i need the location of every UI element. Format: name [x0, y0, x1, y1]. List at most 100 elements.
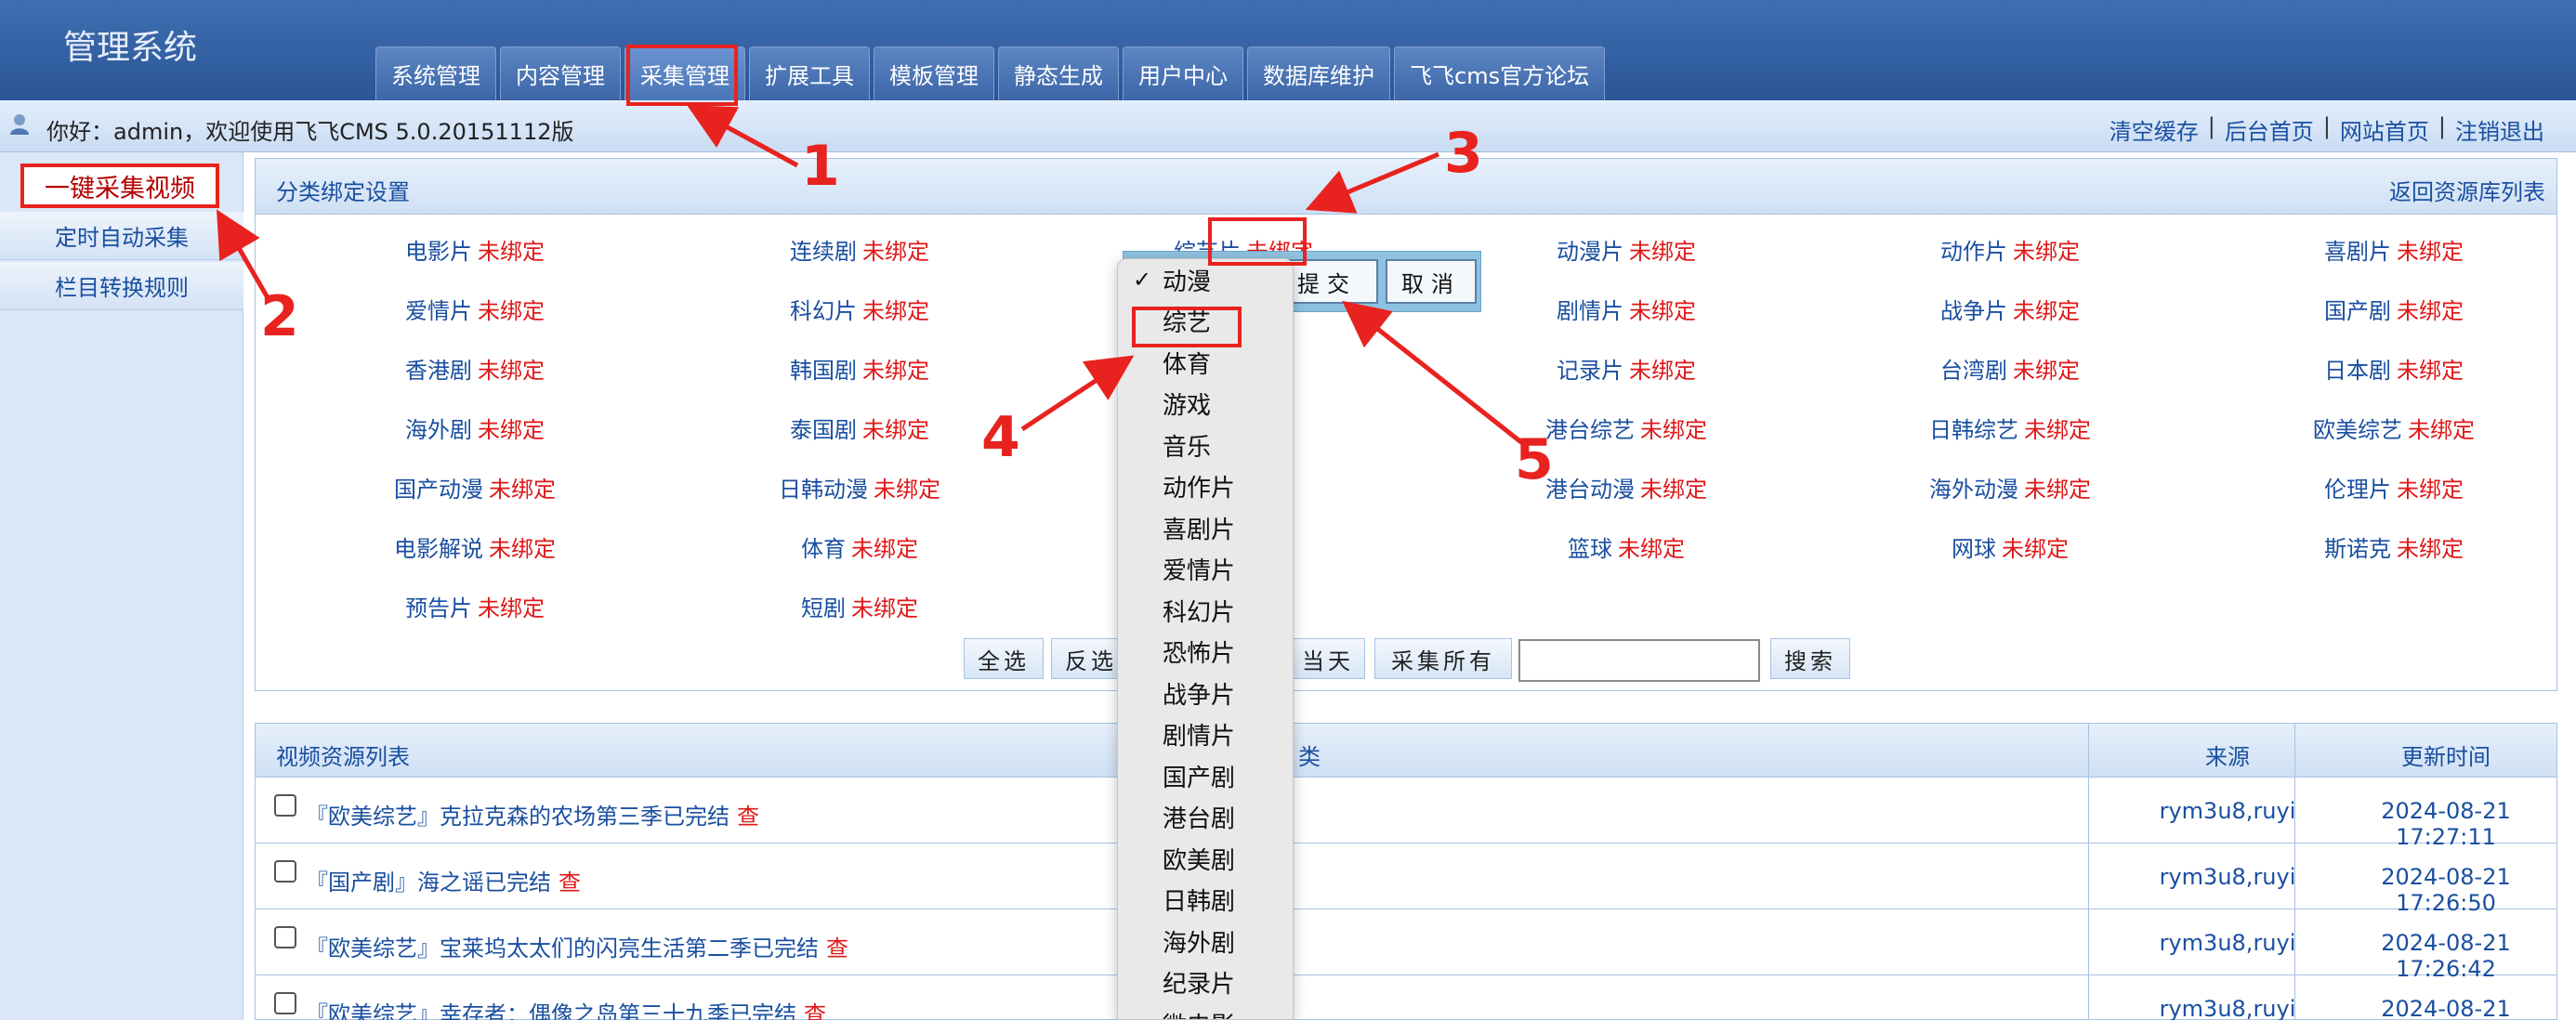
- video-title[interactable]: 『欧美综艺』幸存者：偶像之岛第三十九季已完结: [306, 1001, 796, 1020]
- dropdown-option[interactable]: 体育: [1118, 342, 1293, 383]
- bind-status-link[interactable]: 未绑定: [1640, 477, 1707, 503]
- video-title-link[interactable]: 『欧美综艺』幸存者：偶像之岛第三十九季已完结查: [306, 996, 826, 1020]
- dropdown-option[interactable]: 战争片: [1118, 673, 1293, 713]
- sidebar-item-column-rules[interactable]: 栏目转换规则: [0, 262, 243, 310]
- tab-user-center[interactable]: 用户中心: [1123, 46, 1243, 100]
- tab-extend-tools[interactable]: 扩展工具: [749, 46, 870, 100]
- dropdown-option[interactable]: 微电影: [1118, 1003, 1293, 1020]
- dropdown-option-label: 游戏: [1163, 392, 1212, 420]
- video-title-link[interactable]: 『欧美综艺』宝莱坞太太们的闪亮生活第二季已完结查: [306, 930, 848, 962]
- bind-status-link[interactable]: 未绑定: [1640, 417, 1707, 443]
- back-to-list-link[interactable]: 返回资源库列表: [2389, 174, 2545, 206]
- tab-database[interactable]: 数据库维护: [1247, 46, 1390, 100]
- video-title-link[interactable]: 『国产剧』海之谣已完结查: [306, 864, 581, 896]
- category-name: 国产动漫: [394, 477, 483, 503]
- dropdown-option[interactable]: 动作片: [1118, 466, 1293, 507]
- dropdown-option[interactable]: 剧情片: [1118, 714, 1293, 755]
- top-header: 管理系统 系统管理 内容管理 采集管理 扩展工具 模板管理 静态生成 用户中心 …: [0, 0, 2576, 100]
- site-home-link[interactable]: 网站首页: [2340, 113, 2429, 146]
- sidebar-item-one-click-collect[interactable]: 一键采集视频: [20, 163, 219, 208]
- row-checkbox[interactable]: [274, 992, 296, 1014]
- dropdown-option-label: 科幻片: [1163, 598, 1236, 627]
- bind-status-link[interactable]: 未绑定: [1618, 536, 1685, 562]
- bind-status-link[interactable]: 未绑定: [2013, 239, 2080, 265]
- cancel-button[interactable]: 取消: [1386, 259, 1477, 304]
- bind-status-link[interactable]: 未绑定: [862, 358, 929, 384]
- dropdown-option[interactable]: 音乐: [1118, 425, 1293, 465]
- category-select-dropdown[interactable]: ✓ 动漫 综艺 体育 游戏 音乐 动作片 喜剧片 爱情片 科幻片 恐怖片 战争片 剧情片 国产剧 港台剧 欧美…: [1117, 258, 1294, 1020]
- video-title[interactable]: 『欧美综艺』克拉克森的农场第三季已完结: [306, 804, 729, 830]
- search-button[interactable]: 搜索: [1770, 638, 1850, 679]
- dropdown-option[interactable]: 日韩剧: [1118, 880, 1293, 921]
- bind-status-link[interactable]: 未绑定: [862, 417, 929, 443]
- collect-all-button[interactable]: 采集所有: [1374, 638, 1512, 679]
- bind-status-link[interactable]: 未绑定: [2024, 477, 2091, 503]
- bind-status-link[interactable]: 未绑定: [1629, 239, 1696, 265]
- dropdown-option[interactable]: 爱情片: [1118, 549, 1293, 590]
- video-title-link[interactable]: 『欧美综艺』克拉克森的农场第三季已完结查: [306, 798, 759, 830]
- category-bind-item: 网球 未绑定: [1952, 530, 2069, 563]
- bind-status-link[interactable]: 未绑定: [489, 536, 556, 562]
- bind-status-link[interactable]: 未绑定: [2397, 477, 2464, 503]
- logout-link[interactable]: 注销退出: [2455, 113, 2544, 146]
- row-checkbox[interactable]: [274, 926, 296, 948]
- view-link[interactable]: 查: [737, 804, 759, 830]
- category-bind-item: 日本剧 未绑定: [2324, 352, 2464, 385]
- tab-official-forum[interactable]: 飞飞cms官方论坛: [1394, 46, 1606, 100]
- bind-status-link[interactable]: 未绑定: [2013, 298, 2080, 324]
- bind-status-link[interactable]: 未绑定: [2397, 239, 2464, 265]
- bind-status-link[interactable]: 未绑定: [489, 477, 556, 503]
- bind-status-link[interactable]: 未绑定: [478, 595, 545, 621]
- today-button[interactable]: 当天: [1291, 638, 1365, 679]
- row-checkbox[interactable]: [274, 860, 296, 883]
- video-title[interactable]: 『欧美综艺』宝莱坞太太们的闪亮生活第二季已完结: [306, 935, 819, 961]
- dropdown-option-label: 音乐: [1163, 433, 1212, 462]
- sidebar-item-scheduled-collect[interactable]: 定时自动采集: [0, 212, 243, 260]
- bind-status-link[interactable]: 未绑定: [478, 298, 545, 324]
- bind-status-link[interactable]: 未绑定: [862, 298, 929, 324]
- dropdown-option[interactable]: 恐怖片: [1118, 632, 1293, 673]
- bind-status-link[interactable]: 未绑定: [2013, 358, 2080, 384]
- admin-home-link[interactable]: 后台首页: [2225, 113, 2314, 146]
- dropdown-option[interactable]: 游戏: [1118, 384, 1293, 425]
- dropdown-option[interactable]: 港台剧: [1118, 797, 1293, 838]
- video-source: rym3u8,ruyi: [2159, 996, 2296, 1020]
- bind-status-link[interactable]: 未绑定: [2397, 298, 2464, 324]
- bind-status-link[interactable]: 未绑定: [2397, 536, 2464, 562]
- tab-templates[interactable]: 模板管理: [874, 46, 994, 100]
- dropdown-option[interactable]: 科幻片: [1118, 590, 1293, 631]
- bind-status-link[interactable]: 未绑定: [874, 477, 940, 503]
- bind-status-link[interactable]: 未绑定: [2002, 536, 2069, 562]
- bind-status-link[interactable]: 未绑定: [851, 536, 918, 562]
- category-name: 伦理片: [2324, 477, 2391, 503]
- view-link[interactable]: 查: [804, 1001, 826, 1020]
- tab-static-gen[interactable]: 静态生成: [998, 46, 1119, 100]
- bind-status-link[interactable]: 未绑定: [1629, 358, 1696, 384]
- dropdown-option[interactable]: 国产剧: [1118, 755, 1293, 796]
- tab-system[interactable]: 系统管理: [375, 46, 496, 100]
- category-bind-item: 国产剧 未绑定: [2324, 293, 2464, 325]
- dropdown-option[interactable]: 纪录片: [1118, 962, 1293, 1003]
- category-name: 预告片: [405, 595, 472, 621]
- search-input[interactable]: [1518, 639, 1760, 682]
- dropdown-option[interactable]: 海外剧: [1118, 921, 1293, 961]
- bind-status-link[interactable]: 未绑定: [862, 239, 929, 265]
- category-bind-item: 体育 未绑定: [801, 530, 918, 563]
- bind-status-link[interactable]: 未绑定: [2024, 417, 2091, 443]
- bind-status-link[interactable]: 未绑定: [2397, 358, 2464, 384]
- video-title[interactable]: 『国产剧』海之谣已完结: [306, 870, 551, 896]
- select-all-button[interactable]: 全选: [964, 638, 1044, 679]
- view-link[interactable]: 查: [559, 870, 581, 896]
- bind-status-link[interactable]: 未绑定: [478, 417, 545, 443]
- bind-status-link[interactable]: 未绑定: [2408, 417, 2475, 443]
- bind-status-link[interactable]: 未绑定: [478, 358, 545, 384]
- bind-status-link[interactable]: 未绑定: [478, 239, 545, 265]
- clear-cache-link[interactable]: 清空缓存: [2109, 113, 2199, 146]
- tab-content[interactable]: 内容管理: [500, 46, 621, 100]
- bind-status-link[interactable]: 未绑定: [1629, 298, 1696, 324]
- bind-status-link[interactable]: 未绑定: [851, 595, 918, 621]
- dropdown-option[interactable]: 欧美剧: [1118, 838, 1293, 879]
- row-checkbox[interactable]: [274, 794, 296, 817]
- view-link[interactable]: 查: [826, 935, 848, 961]
- dropdown-option[interactable]: 喜剧片: [1118, 507, 1293, 548]
